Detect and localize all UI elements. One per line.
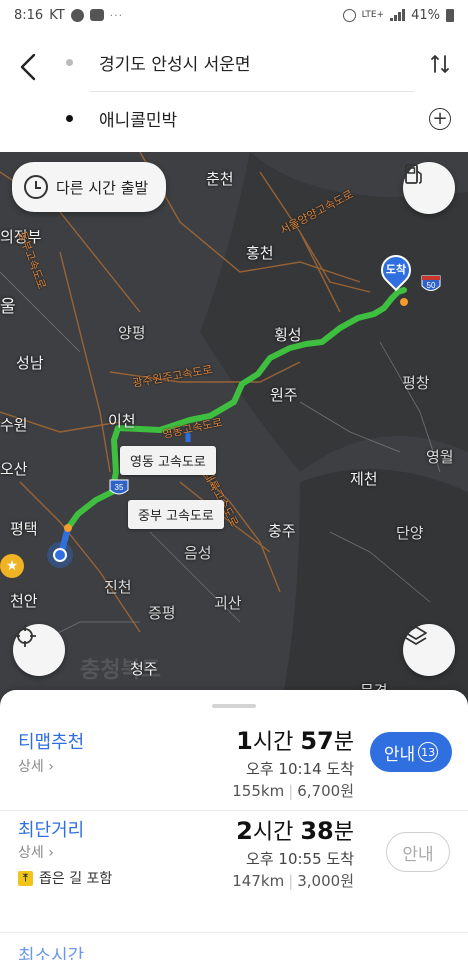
option-name: 티맵추천 [18,732,85,753]
crosshair-icon [14,625,36,647]
map-label-seongnam: 성남 [16,354,44,372]
highway-shield-35: 35 [115,483,124,492]
map-label-jeungpyeong: 증평 [148,604,176,622]
status-carrier: KT [49,7,65,23]
destination-label: 애니콜민박 [99,110,178,131]
option-detail-link[interactable]: 상세 [18,842,54,862]
option-distance-toll: 155km | 6,700원 [232,782,354,800]
route-header: 경기도 안성시 서운면 애니콜민박 + [0,30,468,152]
depart-time-label: 다른 시간 출발 [56,178,149,197]
battery-level: 41% [411,7,440,23]
map-label-cheongju: 청주 [130,660,158,678]
map-layers-button[interactable] [403,624,455,676]
gas-station-button[interactable] [403,162,455,214]
destination-field[interactable]: 애니콜민박 [66,98,408,138]
narrow-road-icon: ⤒ [18,870,33,886]
map-label-chungju: 충주 [268,522,296,540]
depart-time-button[interactable]: 다른 시간 출발 [12,162,166,212]
map-label-eumseong: 음성 [184,544,212,562]
map-label-pyeongchang: 평창 [402,374,430,392]
layers-icon [405,626,427,645]
map-label-goesan: 괴산 [214,594,242,612]
clock-icon [24,175,48,199]
map-canvas [0,152,468,712]
destination-dot-icon [66,114,73,122]
highway-shield-icon: 50 [421,275,441,291]
map-label-danyang: 단양 [396,524,424,542]
video-icon [89,9,104,21]
route-option-partial[interactable]: 최소시간 [18,942,84,960]
status-time: 8:16 [14,7,44,23]
option-arrival: 오후 10:55 도착 [246,850,354,868]
battery-icon [446,8,454,22]
option-note: ⤒ 좁은 길 포함 [18,868,112,888]
origin-dot-icon [66,58,73,66]
swap-route-icon[interactable] [428,52,452,76]
alarm-icon [342,8,356,22]
signal-icon [390,9,406,21]
current-location-button[interactable] [13,624,65,676]
option-name: 최단거리 [18,820,85,841]
route-option-shortest[interactable]: 최단거리 상세 ⤒ 좁은 길 포함 2시간 38분 오후 10:55 도착 14… [0,810,468,928]
map-label-jincheon: 진천 [104,578,132,596]
option-divider [0,932,468,933]
sheet-drag-handle[interactable] [212,704,256,708]
playback-icon [70,8,84,22]
origin-label: 경기도 안성시 서운면 [99,54,251,75]
map-label-seoul-partial: 울 [0,297,16,317]
map-label-cheonan: 천안 [10,592,38,610]
map-label-hongcheon: 홍천 [246,244,274,262]
route-label-yeongdong: 영동 고속도로 [120,446,216,475]
map-label-chuncheon: 춘천 [206,170,234,188]
route-label-jungbu: 중부 고속도로 [128,500,224,529]
status-bar: 8:16 KT ··· LTE+ 41% [0,0,468,30]
add-waypoint-icon[interactable]: + [429,108,451,130]
map-label-jecheon: 제천 [350,470,378,488]
network-type: LTE+ [361,10,385,20]
origin-field[interactable]: 경기도 안성시 서운면 [66,42,408,82]
status-more: ··· [109,8,124,22]
back-icon[interactable] [14,50,44,84]
route-map[interactable]: 충청북도 춘천 의정부 홍천 울 양평 횡성 성남 원주 평창 이천 수원 영월… [0,152,468,712]
map-label-wonju: 원주 [270,386,298,404]
map-label-yangpyeong: 양평 [118,324,146,342]
start-guidance-button[interactable]: 안내 13 [370,732,452,772]
option-arrival: 오후 10:14 도착 [246,760,354,778]
guidance-count-badge: 13 [418,742,439,762]
route-options-sheet[interactable]: 티맵추천 상세 1시간 57분 오후 10:14 도착 155km|6,700원… [0,690,468,960]
map-label-suwon: 수원 [0,416,28,434]
highway-shield-50: 50 [427,281,436,290]
option-detail-link[interactable]: 상세 [18,756,54,776]
map-label-pyeongtaek: 평택 [10,520,38,538]
option-duration: 2시간 38분 [236,817,354,845]
fuel-pump-icon [405,164,422,184]
favorite-star-icon[interactable]: ★ [0,554,24,578]
header-divider [90,91,414,92]
map-label-osan: 오산 [0,460,28,478]
map-label-yeongwol: 영월 [426,448,454,466]
start-guidance-button[interactable]: 안내 [386,832,450,872]
option-distance-toll: 147km | 3,000원 [232,872,354,890]
origin-marker[interactable] [47,542,73,568]
destination-marker-label: 도착 [385,263,407,276]
map-label-icheon: 이천 [108,412,136,430]
highway-shield-icon: 35 [109,479,129,495]
map-label-hoengseong: 횡성 [274,326,302,344]
destination-marker[interactable]: 도착 [374,248,418,295]
option-duration: 1시간 57분 [236,727,354,755]
